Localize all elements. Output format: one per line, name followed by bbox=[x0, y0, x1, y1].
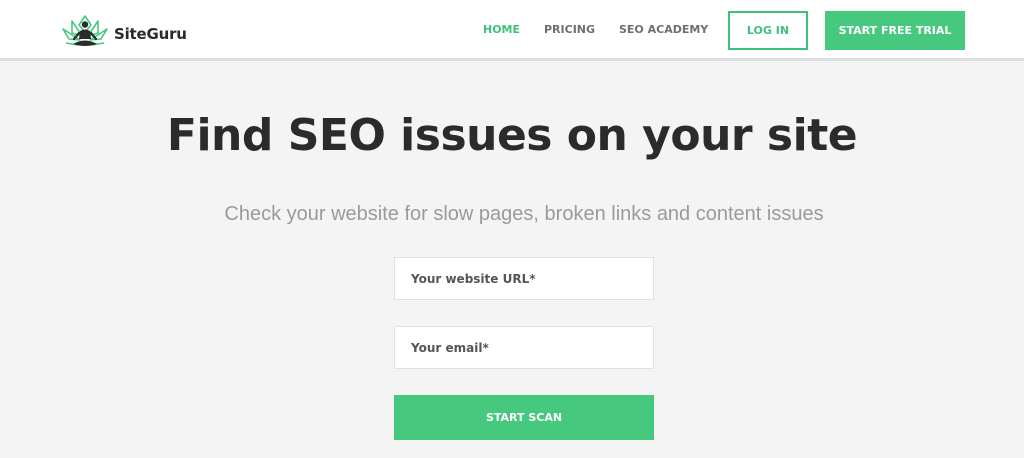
website-url-input[interactable] bbox=[394, 257, 654, 300]
login-button[interactable]: LOG IN bbox=[728, 11, 808, 50]
brand-name: SiteGuru bbox=[114, 24, 187, 43]
email-input[interactable] bbox=[394, 326, 654, 369]
start-scan-button[interactable]: START SCAN bbox=[394, 395, 654, 440]
start-free-trial-button[interactable]: START FREE TRIAL bbox=[825, 11, 965, 50]
meditating-figure-lotus-icon bbox=[60, 12, 110, 55]
nav-home-link[interactable]: HOME bbox=[483, 23, 520, 36]
site-header: SiteGuru HOME PRICING SEO ACADEMY LOG IN… bbox=[0, 0, 1024, 61]
nav-seo-academy-link[interactable]: SEO ACADEMY bbox=[619, 23, 708, 36]
hero-title: Find SEO issues on your site bbox=[166, 110, 858, 161]
nav-pricing-link[interactable]: PRICING bbox=[544, 23, 595, 36]
brand-logo[interactable]: SiteGuru bbox=[60, 12, 187, 55]
hero-subtitle: Check your website for slow pages, broke… bbox=[224, 203, 824, 225]
